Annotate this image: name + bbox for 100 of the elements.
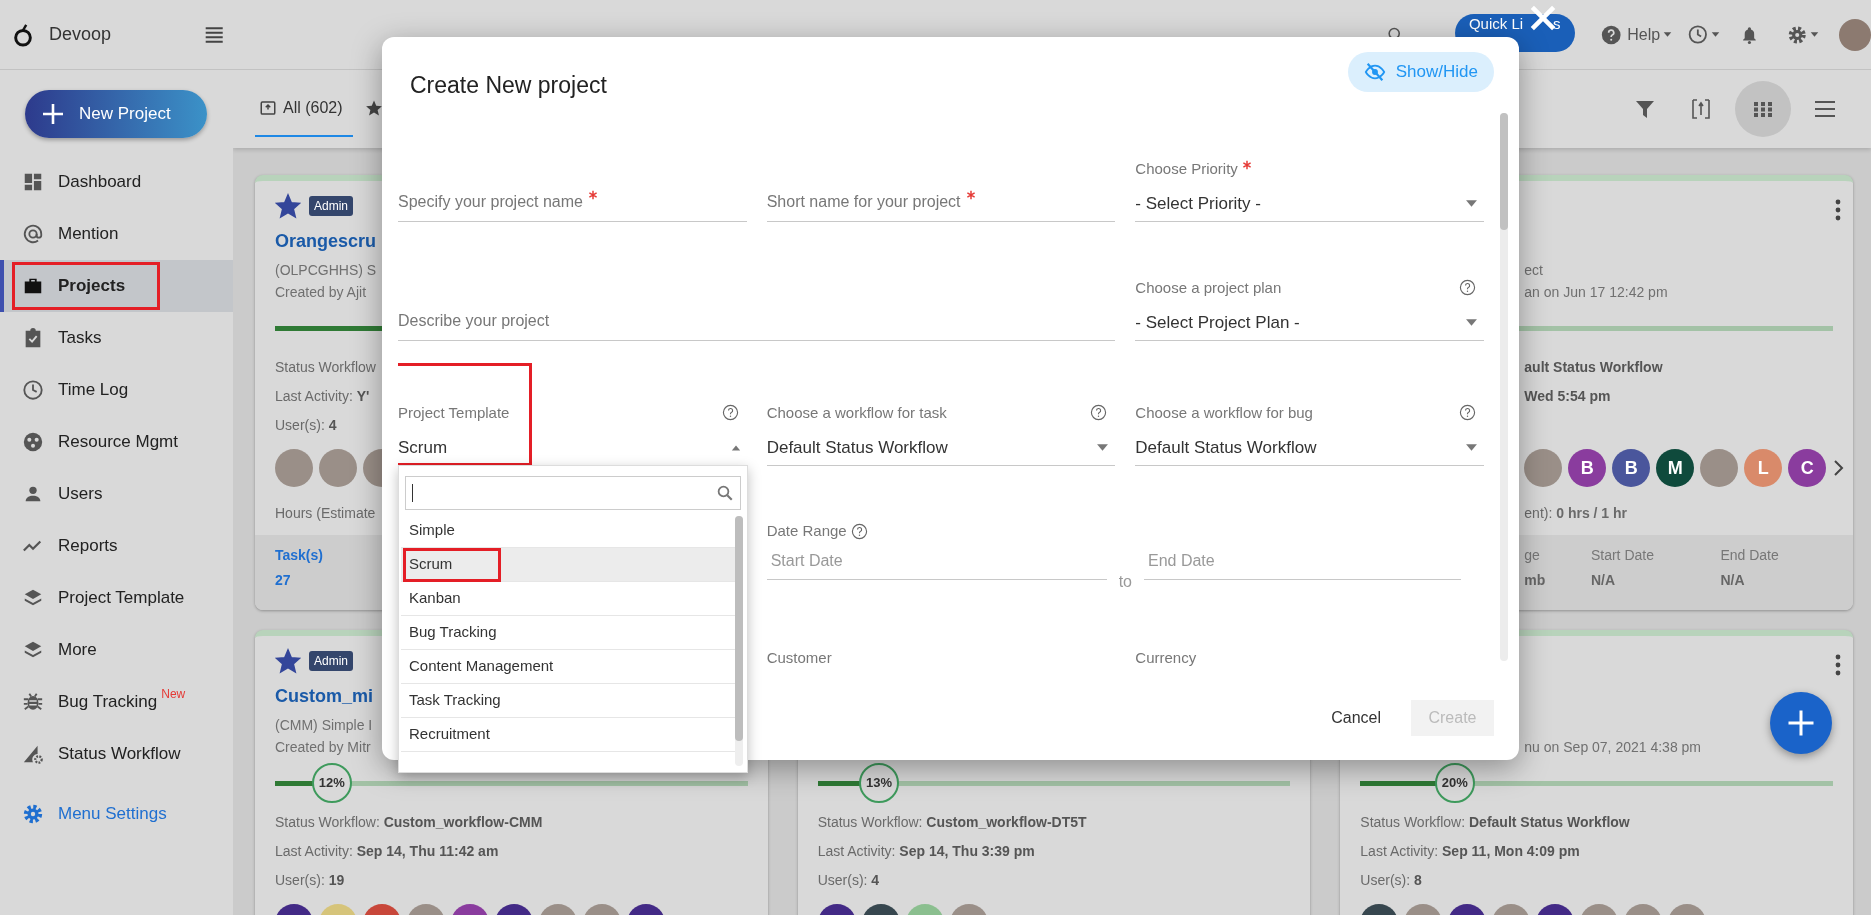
text-field[interactable]: Specify your project name bbox=[398, 182, 747, 222]
tab[interactable]: All (602) bbox=[255, 81, 353, 137]
project-code-text: ect bbox=[1524, 260, 1543, 280]
last-activity-text: Last Activity: Sep 14, Thu 11:42 am bbox=[275, 842, 499, 861]
sidebar-item[interactable]: Tasks bbox=[0, 312, 233, 364]
status-workflow-text: Status Workflow bbox=[275, 358, 376, 377]
stat-label: ge bbox=[1524, 546, 1541, 565]
menu-settings-link[interactable]: Menu Settings bbox=[22, 801, 233, 827]
status-workflow-text: ault Status Workflow bbox=[1524, 358, 1663, 377]
select-field[interactable]: Default Status Workflow bbox=[1135, 430, 1484, 466]
field-label: Customer bbox=[766, 649, 832, 666]
percent-badge: 20% bbox=[1434, 762, 1475, 803]
text-cursor bbox=[412, 484, 413, 502]
star-icon[interactable] bbox=[275, 193, 301, 219]
help-icon[interactable] bbox=[721, 404, 739, 422]
range-separator-text: to bbox=[1118, 572, 1132, 592]
sidebar-item[interactable]: More bbox=[0, 624, 233, 676]
field-label: Date Range bbox=[766, 520, 847, 541]
sidebar-item[interactable]: Mention bbox=[0, 208, 233, 260]
field-label: Choose a workflow for bug bbox=[1135, 402, 1313, 423]
select-field[interactable]: Default Status Workflow bbox=[766, 430, 1116, 466]
clock-icon bbox=[22, 379, 44, 401]
view-button[interactable] bbox=[1735, 81, 1791, 137]
percent-badge: 12% bbox=[311, 762, 352, 803]
project-title-link[interactable]: Orangescru bbox=[275, 227, 377, 255]
project-code-text: (CMM) Simple I bbox=[275, 715, 373, 735]
sidebar-item[interactable]: Projects bbox=[0, 260, 233, 312]
avatar bbox=[1524, 449, 1563, 487]
caret-down-icon bbox=[1096, 441, 1110, 454]
date-field[interactable]: End Date bbox=[1144, 542, 1461, 580]
created-by-text: an on Jun 17 12:42 pm bbox=[1524, 282, 1668, 302]
app-name: Devoop bbox=[49, 23, 112, 46]
select-field[interactable]: - Select Project Plan - bbox=[1135, 305, 1484, 341]
help-link[interactable]: Help bbox=[1627, 22, 1661, 47]
caret-down-icon bbox=[1465, 316, 1478, 329]
field-label: Currency bbox=[1135, 649, 1197, 666]
avatar: L bbox=[1744, 449, 1783, 487]
sidebar-item[interactable]: Status Workflow bbox=[0, 728, 233, 780]
star-icon[interactable] bbox=[275, 648, 301, 674]
sidebar-item[interactable]: Reports bbox=[0, 520, 233, 572]
caret-icon[interactable] bbox=[1810, 30, 1819, 39]
dotted-circle-icon bbox=[22, 431, 44, 453]
users-count-text: User(s): 4 bbox=[817, 871, 880, 890]
caret-icon[interactable] bbox=[1710, 30, 1720, 39]
sidebar-item[interactable]: Time Log bbox=[0, 364, 233, 416]
avatar[interactable] bbox=[1839, 18, 1871, 51]
search-icon bbox=[716, 484, 734, 502]
date-field[interactable]: Start Date bbox=[766, 542, 1107, 580]
kebab-menu-icon[interactable] bbox=[1835, 654, 1841, 676]
sidebar-item[interactable]: Project Template bbox=[0, 572, 233, 624]
dropdown-option[interactable]: Scrum bbox=[401, 548, 735, 582]
avatar: C bbox=[1788, 449, 1827, 487]
description-field[interactable]: Describe your project bbox=[398, 301, 1116, 341]
help-icon[interactable] bbox=[850, 522, 868, 540]
hours-text: Hours (Estimate bbox=[275, 503, 376, 523]
star-icon bbox=[365, 99, 383, 117]
stat-label: End Date bbox=[1720, 546, 1780, 565]
stat-value: N/A bbox=[1720, 571, 1746, 590]
text-field[interactable]: Short name for your project bbox=[766, 182, 1116, 222]
avatar: M bbox=[1656, 449, 1695, 487]
field-label: Project Template bbox=[398, 402, 510, 423]
modal-title: Create New project bbox=[410, 71, 607, 100]
select-field[interactable]: - Select Priority - bbox=[1135, 186, 1484, 222]
cancel-button[interactable]: Cancel bbox=[1327, 706, 1385, 730]
status-workflow-text: Status Workflow: Custom_workflow-DT5T bbox=[817, 813, 1087, 832]
created-by-text: Created by Ajit bbox=[275, 282, 367, 302]
last-activity-text: Wed 5:54 pm bbox=[1524, 387, 1611, 406]
project-title-link[interactable]: Custom_mi bbox=[275, 682, 373, 710]
sidebar-item[interactable]: Users bbox=[0, 468, 233, 520]
help-icon[interactable] bbox=[1459, 404, 1476, 422]
scrollbar-thumb[interactable] bbox=[1500, 113, 1508, 230]
stat-value: mb bbox=[1524, 571, 1547, 590]
sidebar-item[interactable]: Dashboard bbox=[0, 156, 233, 208]
at-sign-icon bbox=[22, 223, 44, 245]
clock-icon[interactable] bbox=[1688, 22, 1708, 47]
tray-icon bbox=[259, 99, 277, 117]
created-by-text: nu on Sep 07, 2021 4:38 pm bbox=[1524, 737, 1702, 757]
field-label: Choose a project plan bbox=[1135, 277, 1282, 298]
sort-icon bbox=[1689, 97, 1713, 121]
sidebar-item[interactable]: Bug Tracking New bbox=[0, 676, 233, 728]
help-icon[interactable] bbox=[1459, 279, 1476, 297]
sidebar-item[interactable]: Resource Mgmt bbox=[0, 416, 233, 468]
new-label: New bbox=[161, 687, 186, 701]
stat-value: N/A bbox=[1590, 571, 1617, 590]
caret-icon[interactable] bbox=[1663, 30, 1673, 39]
chevron-right-icon[interactable] bbox=[1832, 459, 1845, 477]
stat-label: Start Date bbox=[1590, 546, 1655, 565]
last-activity-text: Last Activity: Sep 11, Mon 4:09 pm bbox=[1360, 842, 1580, 861]
bug-icon bbox=[22, 691, 44, 713]
last-activity-text: Last Activity: Sep 14, Thu 3:39 pm bbox=[817, 842, 1035, 861]
dropdown-search-field[interactable] bbox=[405, 476, 741, 510]
last-activity-text: Last Activity: Y' bbox=[275, 387, 370, 406]
users-count-text: User(s): 8 bbox=[1360, 871, 1422, 890]
new-project-button[interactable]: New Project bbox=[25, 90, 207, 138]
field-label: Choose Priority bbox=[1135, 158, 1238, 179]
help-icon[interactable] bbox=[1090, 404, 1108, 422]
field-label: Choose a workflow for task bbox=[766, 402, 947, 423]
kebab-menu-icon[interactable] bbox=[1835, 199, 1841, 221]
dashboard-icon bbox=[22, 171, 44, 193]
avatar bbox=[319, 449, 357, 487]
